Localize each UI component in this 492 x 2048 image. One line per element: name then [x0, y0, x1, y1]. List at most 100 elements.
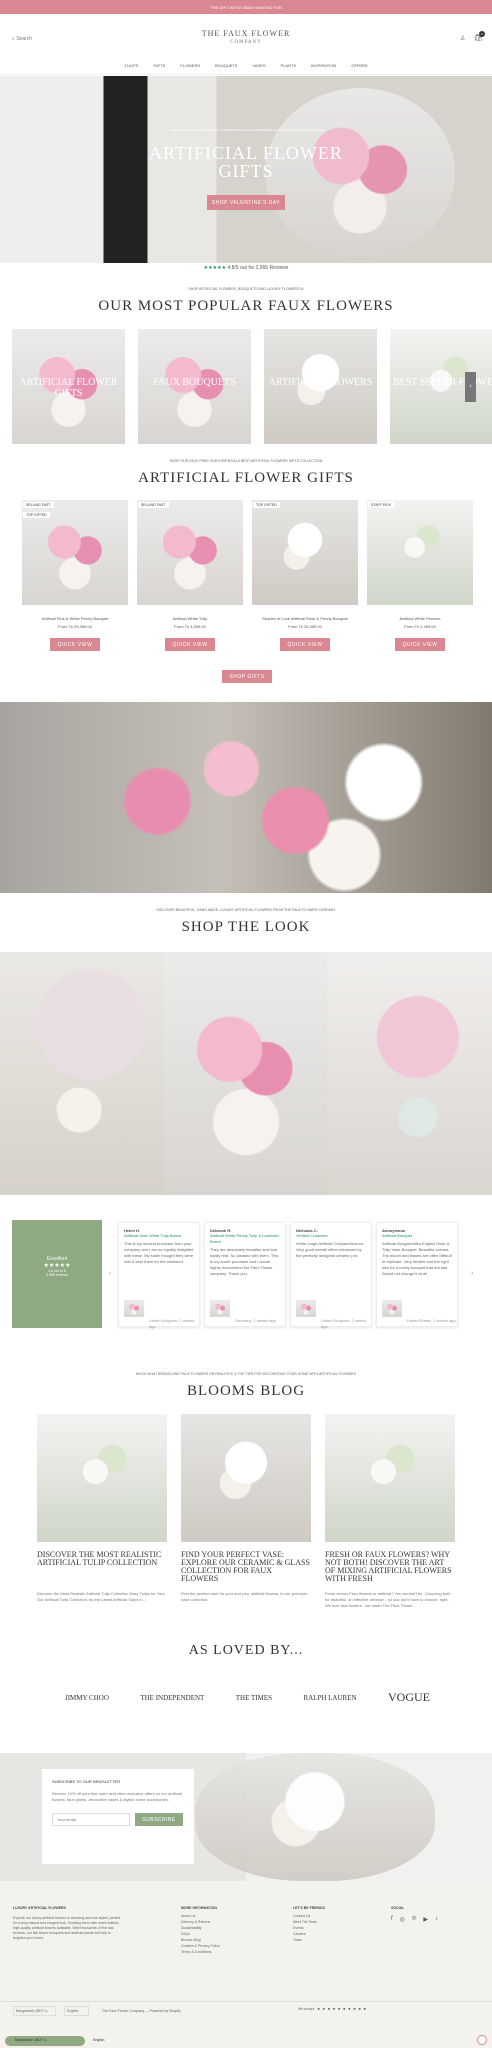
- shop-pay-icon: ■: [358, 2007, 361, 2011]
- copyright: The Faux Flower Company — Powered by Sho…: [102, 2009, 181, 2013]
- amex-icon: ■: [317, 2007, 320, 2011]
- quick-view-button[interactable]: QUICK VIEW: [50, 638, 100, 651]
- blog-post-0[interactable]: DISCOVER THE MOST REALISTIC ARTIFICIAL T…: [37, 1414, 167, 1614]
- footer-link[interactable]: Events: [293, 1926, 325, 1930]
- pinterest-icon[interactable]: ℗: [412, 1916, 416, 1923]
- blog-title: BLOOMS BLOG: [186, 1383, 306, 1399]
- youtube-icon[interactable]: ▶: [423, 1916, 428, 1923]
- collection-card-0[interactable]: ARTIFICIAL FLOWER GIFTS: [12, 329, 125, 444]
- blog-post-image[interactable]: [181, 1414, 311, 1542]
- subscribe-button[interactable]: SUBSCRIBE: [135, 1813, 183, 1826]
- review-card-0: Helen H. Artificial Vase White Tulip Bunc…: [118, 1222, 200, 1329]
- footer-link[interactable]: About Us: [181, 1914, 220, 1918]
- nav-item-3[interactable]: BOUQUETS: [215, 63, 237, 74]
- hero-banner[interactable]: SHOP LUXURY HANDMADE FAUX FLOWER ARTIFIC…: [0, 76, 492, 263]
- product-name[interactable]: Artificial Pink & White Peony Bouquet: [22, 616, 128, 621]
- newsletter-email-input[interactable]: [52, 1813, 130, 1826]
- product-name[interactable]: Artificial White Peonies: [367, 616, 473, 621]
- nav-item-7[interactable]: OFFERS: [351, 63, 367, 74]
- shop-look-image-3[interactable]: [327, 952, 492, 1195]
- product-name[interactable]: Shades of Love Artificial Rose & Peony B…: [252, 616, 358, 621]
- rating-row[interactable]: ★★★★★ 4.8/5 out for 2,565 Reviews: [0, 265, 492, 271]
- announcement-bar[interactable]: THE GIFT WE'VE BEEN WAITING FOR: [0, 0, 492, 14]
- footer-link[interactable]: Sustainability: [181, 1926, 220, 1930]
- visa-icon: ■: [363, 2007, 366, 2011]
- shop-look-image-2[interactable]: [164, 952, 328, 1195]
- carousel-next-button[interactable]: ›: [465, 372, 476, 402]
- shop-look-image-1[interactable]: [0, 952, 165, 1195]
- hero-kicker: SHOP LUXURY HANDMADE FAUX FLOWER ARTIFIC…: [171, 128, 324, 132]
- footer-link[interactable]: Careers: [293, 1932, 325, 1936]
- blog-post-excerpt: Discover the Most Realistic Artificial T…: [37, 1591, 165, 1602]
- collection-card-1[interactable]: FAUX BOUQUETS: [138, 329, 251, 444]
- nav-item-6[interactable]: INSPIRATION: [311, 63, 336, 74]
- country-selector[interactable]: Bangladesh (BDT ৳): [13, 2006, 56, 2016]
- rewards-button[interactable]: [477, 2035, 487, 2045]
- shop-gifts-button[interactable]: SHOP GIFTS: [222, 670, 272, 683]
- bottom-language-selector[interactable]: English: [93, 2038, 104, 2042]
- review-product: Verified Customer: [296, 1233, 328, 1238]
- collection-card-label: BEST SELLER FLOWER: [392, 377, 492, 388]
- blog-post-image[interactable]: [37, 1414, 167, 1542]
- collection-card-3[interactable]: BEST SELLER FLOWER: [390, 329, 492, 444]
- footer-link[interactable]: Blooms Blog: [181, 1938, 220, 1942]
- blog-post-1[interactable]: FIND YOUR PERFECT VASE: EXPLORE OUR CERA…: [181, 1414, 311, 1614]
- product-card-3[interactable]: STAFF PICK Artificial White Peonies From T…: [367, 500, 473, 655]
- footer-link[interactable]: Terms & Conditions: [181, 1950, 220, 1954]
- footer-link[interactable]: FAQs: [181, 1932, 220, 1936]
- reviews-prev-icon[interactable]: ‹: [109, 1270, 111, 1277]
- product-image[interactable]: [252, 500, 358, 605]
- hero-title: ARTIFICIAL FLOWER GIFTS: [149, 143, 343, 181]
- collection-card-label: FAUX BOUQUETS: [153, 377, 236, 388]
- nav-item-5[interactable]: PLANTS: [281, 63, 297, 74]
- review-photo[interactable]: [124, 1300, 144, 1317]
- product-card-0[interactable]: SELLING FAST TOP GIFTED Artificial Pink & …: [22, 500, 128, 655]
- quick-view-button[interactable]: QUICK VIEW: [280, 638, 330, 651]
- footer-link[interactable]: Contact Us: [293, 1914, 325, 1918]
- logo-top[interactable]: THE FAUX FLOWER: [0, 29, 492, 38]
- nav-item-1[interactable]: GIFTS: [153, 63, 165, 74]
- logo-bottom[interactable]: COMPANY: [0, 40, 492, 45]
- collection-card-2[interactable]: ARTIFICIAL FLOWERS: [264, 329, 377, 444]
- review-photo[interactable]: [296, 1300, 316, 1317]
- blog-post-excerpt: Fresh versus Faux flowers or artificial?…: [325, 1591, 451, 1608]
- blog-post-image[interactable]: [325, 1414, 455, 1542]
- review-product: Artificial Bouquet: [382, 1233, 413, 1238]
- blog-post-title[interactable]: DISCOVER THE MOST REALISTIC ARTIFICIAL T…: [37, 1551, 167, 1567]
- review-photo[interactable]: [210, 1300, 230, 1317]
- banner-flower-image: [0, 702, 492, 893]
- product-name[interactable]: Artificial White Tulip: [137, 616, 243, 621]
- product-image[interactable]: [367, 500, 473, 605]
- review-meta: United States, 2 weeks ago: [407, 1318, 456, 1323]
- product-card-1[interactable]: SELLING FAST Artificial White Tulip From T…: [137, 500, 243, 655]
- language-selector[interactable]: English: [64, 2006, 89, 2016]
- footer-link[interactable]: Delivery & Returns: [181, 1920, 220, 1924]
- product-price: From Tk 29,399.00: [58, 624, 92, 629]
- press-logo-3: RALPH LAUREN: [303, 1693, 357, 1702]
- instagram-icon[interactable]: ◎: [400, 1916, 405, 1923]
- nav-item-0[interactable]: TULIPS: [124, 63, 138, 74]
- bottom-country-selector[interactable]: Bangladesh (BDT ৳): [15, 2038, 46, 2044]
- facebook-icon[interactable]: f: [391, 1916, 393, 1923]
- discover-icon: ■: [332, 2007, 335, 2011]
- quick-view-button[interactable]: QUICK VIEW: [395, 638, 445, 651]
- collection-card-label: ARTIFICIAL FLOWER GIFTS: [19, 377, 118, 399]
- review-photo[interactable]: [382, 1300, 402, 1317]
- tiktok-icon[interactable]: ♪: [435, 1916, 438, 1923]
- nav-item-2[interactable]: FLOWERS: [180, 63, 200, 74]
- quick-view-button[interactable]: QUICK VIEW: [165, 638, 215, 651]
- shop-valentines-button[interactable]: SHOP VALENTINE'S DAY: [207, 195, 285, 210]
- blog-post-title[interactable]: FIND YOUR PERFECT VASE: EXPLORE OUR CERA…: [181, 1551, 311, 1583]
- footer-link[interactable]: Cookies & Privacy Policy: [181, 1944, 220, 1948]
- blog-post-2[interactable]: FRESH OR FAUX FLOWERS? WHY NOT BOTH! DIS…: [325, 1414, 455, 1614]
- product-image[interactable]: [137, 500, 243, 605]
- nav-item-4[interactable]: VASES: [252, 63, 265, 74]
- review-product: Artificial White Peony Tulip & Lavender …: [210, 1233, 279, 1244]
- reviews-next-icon[interactable]: ›: [471, 1270, 473, 1277]
- blog-post-title[interactable]: FRESH OR FAUX FLOWERS? WHY NOT BOTH! DIS…: [325, 1551, 455, 1583]
- product-card-2[interactable]: TOP GIFTED Shades of Love Artificial Rose…: [252, 500, 358, 655]
- footer-link[interactable]: Trade: [293, 1938, 325, 1942]
- diners-icon: ■: [327, 2007, 330, 2011]
- account-icon[interactable]: ♙: [460, 35, 465, 42]
- footer-link[interactable]: Meet The Team: [293, 1920, 325, 1924]
